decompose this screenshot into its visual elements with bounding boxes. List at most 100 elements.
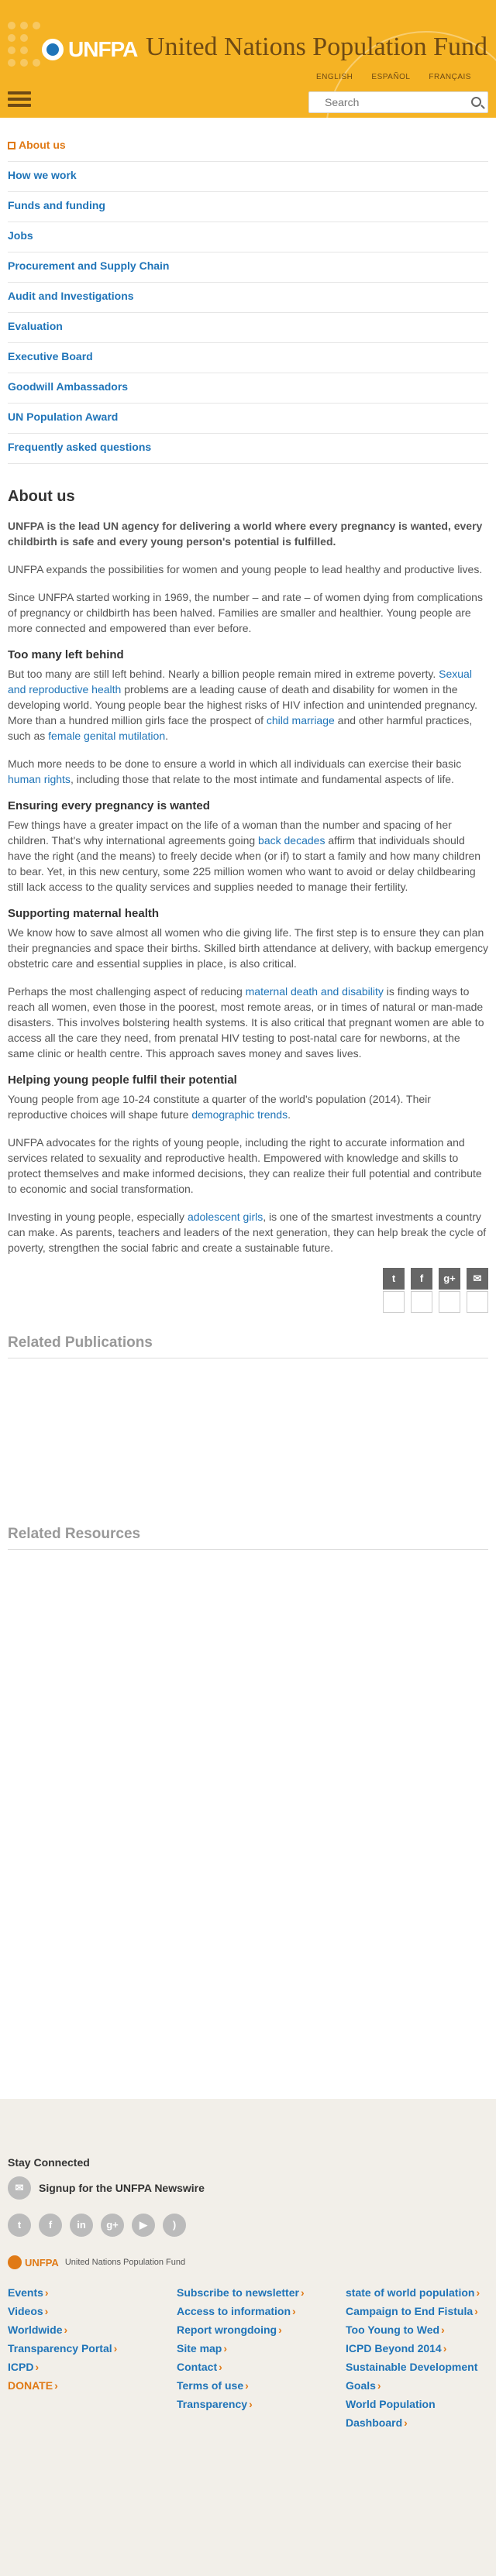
lang-english[interactable]: ENGLISH — [316, 73, 353, 81]
nav-item-population-award[interactable]: UN Population Award — [8, 404, 488, 434]
chevron-right-icon: › — [441, 2324, 445, 2336]
email-share-icon[interactable]: ✉ — [467, 1268, 488, 1290]
rss-icon[interactable]: ) — [163, 2214, 186, 2237]
chevron-right-icon: › — [113, 2342, 118, 2354]
google-plus-share-icon[interactable]: g+ — [439, 1268, 460, 1290]
chevron-right-icon: › — [278, 2324, 282, 2336]
linkedin-icon[interactable]: in — [70, 2214, 93, 2237]
search-icon[interactable] — [471, 97, 481, 107]
facebook-share-icon[interactable]: f — [411, 1268, 432, 1290]
footer-link-population-dashboard[interactable]: World Population Dashboard › — [346, 2395, 488, 2432]
footer-link-access-info[interactable]: Access to information › — [177, 2302, 346, 2320]
chevron-right-icon: › — [35, 2361, 40, 2373]
hamburger-menu-icon[interactable] — [8, 91, 31, 108]
chevron-right-icon: › — [223, 2342, 228, 2354]
nav-item-procurement[interactable]: Procurement and Supply Chain — [8, 252, 488, 283]
chevron-right-icon: › — [245, 2379, 249, 2392]
footer-link-donate[interactable]: DONATE › — [8, 2376, 177, 2395]
footer-link-icpd[interactable]: ICPD › — [8, 2358, 177, 2376]
link-human-rights[interactable]: human rights — [8, 773, 71, 785]
paragraph: UNFPA advocates for the rights of young … — [8, 1136, 482, 1195]
footer-link-icpd-beyond[interactable]: ICPD Beyond 2014 › — [346, 2339, 488, 2358]
unfpa-logo-icon — [8, 2255, 22, 2269]
lang-espanol[interactable]: ESPAÑOL — [371, 73, 410, 81]
active-square-icon — [8, 142, 16, 149]
side-navigation: About us How we work Funds and funding J… — [0, 132, 496, 464]
section-heading: Supporting maternal health — [8, 907, 160, 920]
footer-link-events[interactable]: Events › — [8, 2283, 177, 2302]
link-child-marriage[interactable]: child marriage — [267, 714, 335, 726]
paragraph: Perhaps the most challenging aspect of r… — [8, 985, 484, 1060]
share-counters — [8, 1291, 488, 1313]
nav-item-executive-board[interactable]: Executive Board — [8, 343, 488, 373]
footer-column-3: state of world population › Campaign to E… — [346, 2283, 488, 2432]
paragraph: But too many are still left behind. Near… — [8, 668, 478, 742]
footer-link-terms[interactable]: Terms of use › — [177, 2376, 346, 2395]
newswire-signup[interactable]: ✉ Signup for the UNFPA Newswire — [8, 2176, 205, 2200]
footer-link-columns: Events › Videos › Worldwide › Transparency … — [8, 2283, 488, 2432]
chevron-right-icon: › — [44, 2305, 49, 2317]
facebook-count — [411, 1291, 432, 1313]
chevron-right-icon: › — [474, 2305, 478, 2317]
chevron-right-icon: › — [404, 2416, 408, 2429]
footer-column-1: Events › Videos › Worldwide › Transparency … — [8, 2283, 177, 2432]
footer-link-transparency[interactable]: Transparency › — [177, 2395, 346, 2413]
chevron-right-icon: › — [44, 2286, 49, 2299]
nav-item-faq[interactable]: Frequently asked questions — [8, 434, 488, 464]
lang-francais[interactable]: FRANÇAIS — [429, 73, 471, 81]
nav-item-how-we-work[interactable]: How we work — [8, 162, 488, 192]
footer-link-contact[interactable]: Contact › — [177, 2358, 346, 2376]
footer-link-subscribe[interactable]: Subscribe to newsletter › — [177, 2283, 346, 2302]
site-footer: Stay Connected ✉ Signup for the UNFPA Ne… — [0, 2099, 496, 2576]
footer-link-report-wrongdoing[interactable]: Report wrongdoing › — [177, 2320, 346, 2339]
footer-link-worldwide[interactable]: Worldwide › — [8, 2320, 177, 2339]
section-heading: Ensuring every pregnancy is wanted — [8, 799, 210, 812]
footer-link-transparency-portal[interactable]: Transparency Portal › — [8, 2339, 177, 2358]
search-input[interactable] — [309, 92, 456, 112]
nav-item-evaluation[interactable]: Evaluation — [8, 313, 488, 343]
chevron-right-icon: › — [54, 2379, 58, 2392]
footer-link-swop[interactable]: state of world population › — [346, 2283, 488, 2302]
chevron-right-icon: › — [377, 2379, 381, 2392]
footer-link-sdgs[interactable]: Sustainable Development Goals › — [346, 2358, 488, 2395]
un-logo-icon[interactable] — [42, 39, 64, 60]
link-back-decades[interactable]: back decades — [258, 834, 325, 847]
link-female-genital-mutilation[interactable]: female genital mutilation — [48, 730, 165, 742]
link-maternal-death[interactable]: maternal death and disability — [246, 985, 384, 998]
facebook-icon[interactable]: f — [39, 2214, 62, 2237]
chevron-right-icon: › — [64, 2324, 68, 2336]
social-links: t f in g+ ▶ ) — [8, 2214, 186, 2237]
page-title: About us — [8, 488, 75, 505]
footer-link-videos[interactable]: Videos › — [8, 2302, 177, 2320]
nav-item-about-us[interactable]: About us — [8, 132, 488, 162]
google-plus-icon[interactable]: g+ — [101, 2214, 124, 2237]
newswire-signup-label[interactable]: Signup for the UNFPA Newswire — [39, 2182, 205, 2194]
email-icon: ✉ — [8, 2176, 31, 2200]
footer-logo[interactable]: UNFPA United Nations Population Fund — [8, 2255, 185, 2269]
link-demographic-trends[interactable]: demographic trends — [191, 1108, 288, 1121]
chevron-right-icon: › — [292, 2305, 296, 2317]
nav-item-goodwill-ambassadors[interactable]: Goodwill Ambassadors — [8, 373, 488, 404]
twitter-share-icon[interactable]: t — [383, 1268, 405, 1290]
chevron-right-icon: › — [476, 2286, 480, 2299]
nav-item-funds-and-funding[interactable]: Funds and funding — [8, 192, 488, 222]
related-publications-heading: Related Publications — [8, 1334, 488, 1358]
unfpa-logo-text[interactable]: UNFPA — [68, 37, 138, 62]
footer-link-end-fistula[interactable]: Campaign to End Fistula › — [346, 2302, 488, 2320]
twitter-icon[interactable]: t — [8, 2214, 31, 2237]
nav-item-audit[interactable]: Audit and Investigations — [8, 283, 488, 313]
section-heading: Helping young people fulfil their potent… — [8, 1073, 237, 1087]
footer-link-site-map[interactable]: Site map › — [177, 2339, 346, 2358]
org-name-title: United Nations Population Fund — [146, 33, 488, 61]
footer-link-too-young[interactable]: Too Young to Wed › — [346, 2320, 488, 2339]
paragraph: Since UNFPA started working in 1969, the… — [8, 591, 483, 634]
youtube-icon[interactable]: ▶ — [132, 2214, 155, 2237]
link-adolescent-girls[interactable]: adolescent girls — [188, 1211, 263, 1223]
nav-item-jobs[interactable]: Jobs — [8, 222, 488, 252]
stay-connected-heading: Stay Connected — [8, 2156, 90, 2169]
intro-paragraph: UNFPA is the lead UN agency for deliveri… — [8, 520, 483, 548]
chevron-right-icon: › — [249, 2398, 253, 2410]
footer-column-2: Subscribe to newsletter › Access to infor… — [177, 2283, 346, 2432]
paragraph: Investing in young people, especially ad… — [8, 1211, 487, 1254]
section-heading: Too many left behind — [8, 648, 124, 661]
